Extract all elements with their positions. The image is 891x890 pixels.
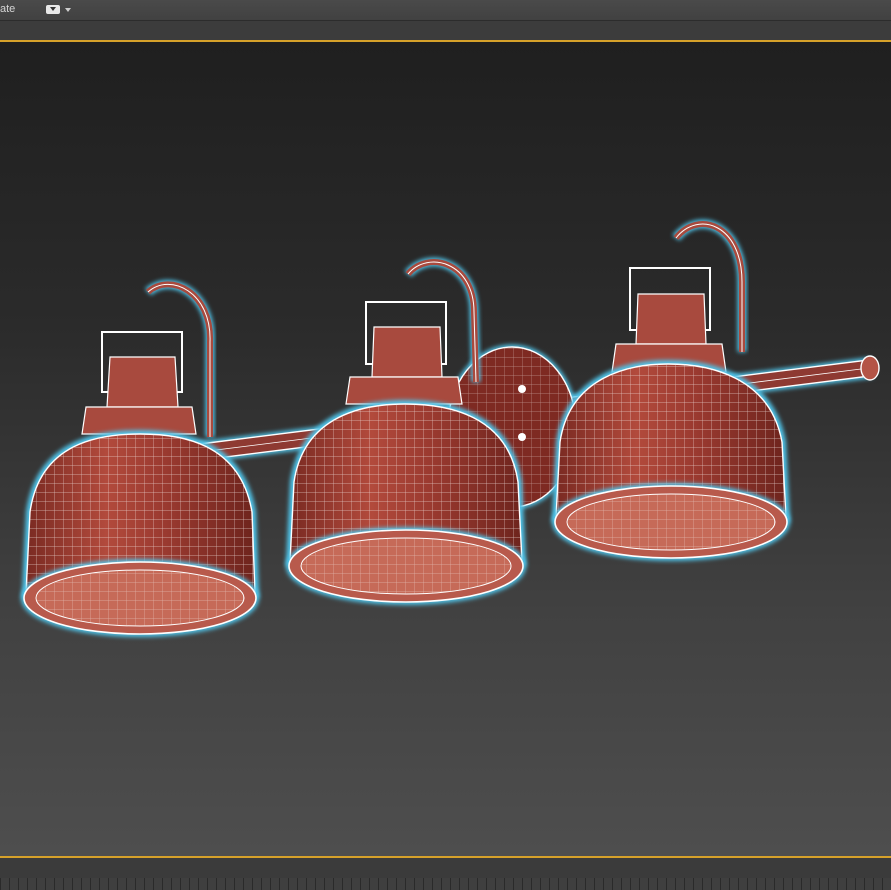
display-mode-dropdown[interactable] — [46, 4, 72, 15]
lamp-shade-center — [285, 257, 527, 605]
timeline-ruler[interactable] — [0, 878, 891, 890]
display-mode-dropdown-icon — [46, 5, 60, 14]
viewport-canvas — [21, 219, 880, 637]
3d-viewport[interactable] — [0, 40, 891, 858]
chevron-down-icon — [65, 8, 71, 12]
toolbar-label: ate — [0, 3, 16, 15]
lamp-shade-left — [21, 279, 260, 637]
lamp-shade-right — [551, 219, 791, 561]
toolbar-spacer — [0, 21, 891, 40]
timeline-bar — [0, 858, 891, 890]
viewport-toolbar: ate — [0, 0, 891, 21]
